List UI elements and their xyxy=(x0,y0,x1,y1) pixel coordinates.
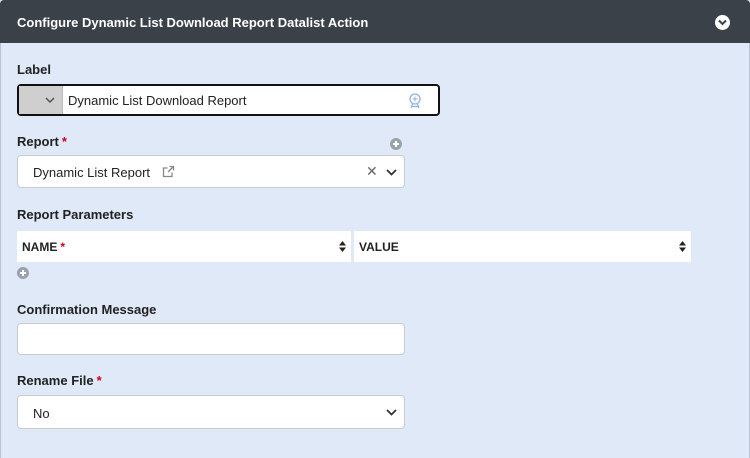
label-input[interactable]: Dynamic List Download Report xyxy=(68,93,246,108)
sort-icon[interactable] xyxy=(339,241,346,252)
required-mark: * xyxy=(60,240,66,254)
chevron-down-icon[interactable] xyxy=(386,169,397,176)
add-report-icon[interactable] xyxy=(390,138,402,150)
rename-file-label: Rename File * xyxy=(17,373,102,388)
column-header-label: VALUE xyxy=(359,240,399,254)
external-link-icon[interactable] xyxy=(162,165,175,178)
chevron-circle-down-icon[interactable] xyxy=(715,15,730,30)
column-header-label: NAME * xyxy=(22,240,66,254)
sort-icon[interactable] xyxy=(679,241,686,252)
rename-file-select-value: No xyxy=(33,406,50,421)
label-field-label: Label xyxy=(17,62,51,77)
chevron-down-icon xyxy=(45,97,55,103)
confirmation-message-label: Confirmation Message xyxy=(17,302,157,317)
report-field-label: Report * xyxy=(17,134,67,149)
dialog-title: Configure Dynamic List Download Report D… xyxy=(17,15,369,30)
translate-icon[interactable] xyxy=(408,93,422,109)
report-select[interactable]: Dynamic List Report ✕ xyxy=(17,155,405,188)
rename-file-select[interactable]: No xyxy=(17,395,405,429)
report-select-value: Dynamic List Report xyxy=(33,165,151,180)
dialog-header: Configure Dynamic List Download Report D… xyxy=(0,0,750,43)
confirmation-message-input[interactable] xyxy=(17,323,405,355)
report-parameters-label: Report Parameters xyxy=(17,207,134,222)
label-input-group: Dynamic List Download Report xyxy=(17,84,440,116)
column-header-name[interactable]: NAME * xyxy=(17,231,351,262)
clear-selection-icon[interactable]: ✕ xyxy=(366,164,378,180)
add-parameter-icon[interactable] xyxy=(17,267,29,279)
required-mark: * xyxy=(96,373,102,388)
language-select[interactable] xyxy=(19,86,63,114)
column-header-value[interactable]: VALUE xyxy=(354,231,691,262)
required-mark: * xyxy=(61,134,67,149)
chevron-down-icon xyxy=(386,409,397,416)
